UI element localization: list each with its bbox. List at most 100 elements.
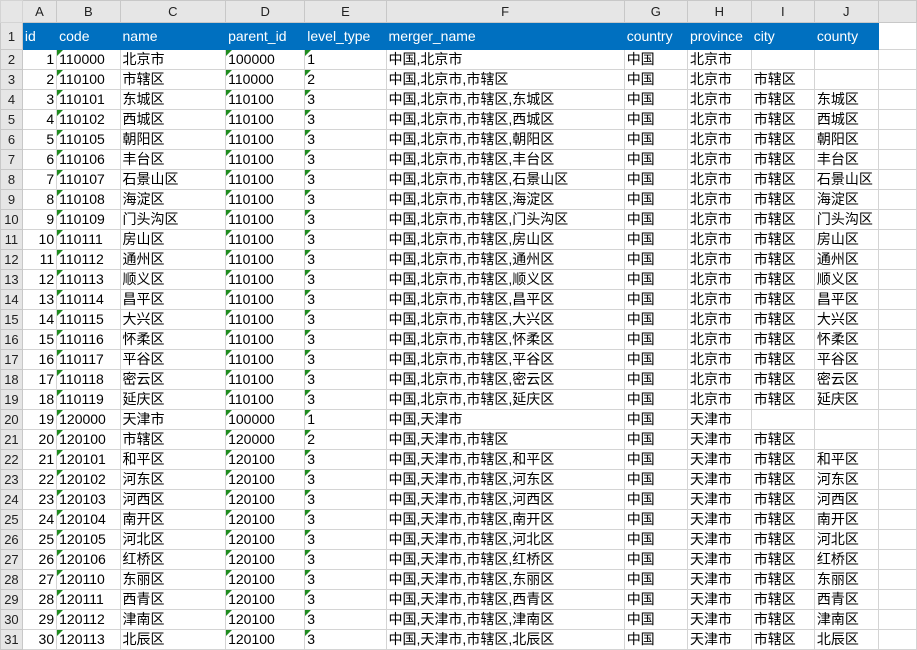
cell-city[interactable]: 市辖区 [750,249,815,270]
cell-name[interactable]: 市辖区 [119,429,227,450]
cell-parent-id[interactable]: 120100 [225,449,306,470]
row-header[interactable]: 11 [0,229,23,250]
cell-name[interactable]: 市辖区 [119,69,227,90]
cell-country[interactable]: 中国 [623,269,689,290]
cell-province[interactable]: 北京市 [687,89,752,110]
cell-city[interactable]: 市辖区 [750,489,815,510]
cell-code[interactable]: 120111 [56,589,121,610]
cell-province[interactable]: 北京市 [687,269,752,290]
cell-name[interactable]: 西城区 [119,109,227,130]
cell[interactable] [877,509,917,530]
cell[interactable] [877,369,917,390]
cell-country[interactable]: 中国 [623,429,689,450]
row-header[interactable]: 31 [0,629,23,650]
cell[interactable] [877,549,917,570]
cell-level-type[interactable]: 2 [304,69,387,90]
cell-level-type[interactable]: 3 [304,229,387,250]
cell-province[interactable]: 天津市 [687,569,752,590]
cell-merger-name[interactable]: 中国,天津市,市辖区,南开区 [385,509,625,530]
row-header[interactable]: 2 [0,49,23,70]
column-header-c[interactable]: C [119,0,227,23]
cell-country[interactable]: 中国 [623,609,689,630]
cell-level-type[interactable]: 3 [304,349,387,370]
cell-county[interactable]: 和平区 [813,449,879,470]
cell-parent-id[interactable]: 110100 [225,209,306,230]
cell-level-type[interactable]: 3 [304,309,387,330]
cell-level-type[interactable]: 3 [304,509,387,530]
cell-parent-id[interactable]: 120100 [225,509,306,530]
cell-level-type[interactable]: 3 [304,369,387,390]
row-header[interactable]: 8 [0,169,23,190]
cell-name[interactable]: 北辰区 [119,629,227,650]
row-header[interactable]: 27 [0,549,23,570]
select-all-corner[interactable] [0,0,23,23]
cell-parent-id[interactable]: 110100 [225,149,306,170]
cell-county[interactable]: 通州区 [813,249,879,270]
row-header[interactable]: 7 [0,149,23,170]
cell-country[interactable]: 中国 [623,369,689,390]
cell-province[interactable]: 北京市 [687,349,752,370]
cell-city[interactable]: 市辖区 [750,189,815,210]
cell-country[interactable]: 中国 [623,109,689,130]
cell[interactable] [877,409,917,430]
cell-county[interactable]: 朝阳区 [813,129,879,150]
cell-county[interactable]: 海淀区 [813,189,879,210]
cell-code[interactable]: 110119 [56,389,121,410]
cell[interactable] [877,589,917,610]
cell-parent-id[interactable]: 110100 [225,89,306,110]
cell-name[interactable]: 丰台区 [119,149,227,170]
cell-code[interactable]: 110111 [56,229,121,250]
cell-merger-name[interactable]: 中国,北京市,市辖区,朝阳区 [385,129,625,150]
cell-county[interactable]: 红桥区 [813,549,879,570]
cell-county[interactable]: 昌平区 [813,289,879,310]
cell-code[interactable]: 110113 [56,269,121,290]
cell-county[interactable]: 西城区 [813,109,879,130]
cell-city[interactable]: 市辖区 [750,569,815,590]
header-cell-level-type[interactable]: level_type [304,22,387,50]
cell-merger-name[interactable]: 中国,天津市,市辖区,东丽区 [385,569,625,590]
cell-parent-id[interactable]: 110100 [225,309,306,330]
column-header-b[interactable]: B [56,0,121,23]
cell-country[interactable]: 中国 [623,169,689,190]
cell-province[interactable]: 天津市 [687,429,752,450]
cell-province[interactable]: 北京市 [687,369,752,390]
cell-parent-id[interactable]: 110100 [225,269,306,290]
cell-id[interactable]: 19 [21,409,58,430]
cell-parent-id[interactable]: 110100 [225,129,306,150]
cell-name[interactable]: 东城区 [119,89,227,110]
row-header[interactable]: 25 [0,509,23,530]
cell-province[interactable]: 北京市 [687,329,752,350]
cell-name[interactable]: 密云区 [119,369,227,390]
cell-code[interactable]: 110100 [56,69,121,90]
cell-county[interactable]: 延庆区 [813,389,879,410]
header-cell-code[interactable]: code [56,22,121,50]
row-header[interactable]: 21 [0,429,23,450]
cell[interactable] [877,289,917,310]
cell-level-type[interactable]: 1 [304,49,387,70]
row-header[interactable]: 20 [0,409,23,430]
cell-province[interactable]: 北京市 [687,149,752,170]
cell[interactable] [877,489,917,510]
cell-id[interactable]: 26 [21,549,58,570]
cell-level-type[interactable]: 3 [304,549,387,570]
cell-country[interactable]: 中国 [623,629,689,650]
cell-merger-name[interactable]: 中国,天津市,市辖区,北辰区 [385,629,625,650]
cell-parent-id[interactable]: 110100 [225,229,306,250]
column-header-d[interactable]: D [225,0,306,23]
cell-province[interactable]: 天津市 [687,509,752,530]
cell[interactable] [877,89,917,110]
cell-id[interactable]: 8 [21,189,58,210]
cell-county[interactable] [813,409,879,430]
cell-name[interactable]: 南开区 [119,509,227,530]
cell-county[interactable]: 北辰区 [813,629,879,650]
header-cell-parent-id[interactable]: parent_id [225,22,306,50]
cell-merger-name[interactable]: 中国,天津市,市辖区,和平区 [385,449,625,470]
row-header[interactable]: 23 [0,469,23,490]
cell-country[interactable]: 中国 [623,329,689,350]
cell-code[interactable]: 110114 [56,289,121,310]
cell-country[interactable]: 中国 [623,309,689,330]
cell-merger-name[interactable]: 中国,天津市,市辖区,河西区 [385,489,625,510]
cell-level-type[interactable]: 3 [304,469,387,490]
cell-province[interactable]: 天津市 [687,609,752,630]
cell-country[interactable]: 中国 [623,589,689,610]
